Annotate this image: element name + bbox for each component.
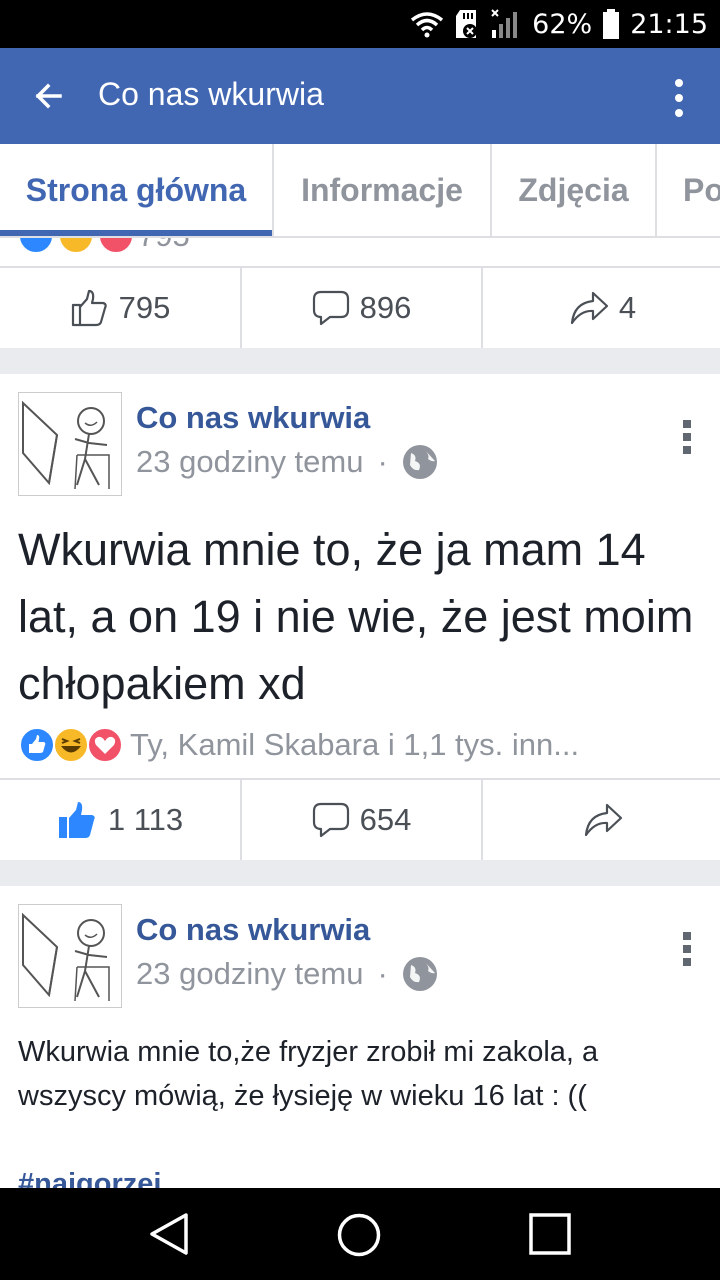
hashtag-link[interactable]: #najgorzej (18, 1162, 708, 1188)
battery-percent: 62% (532, 8, 593, 40)
meta-separator: · (377, 444, 388, 479)
like-icon (71, 289, 107, 327)
comment-icon (312, 290, 349, 326)
like-button[interactable]: 1 113 (0, 780, 239, 860)
like-reaction-icon (18, 238, 54, 254)
like-count: 1 113 (107, 802, 184, 837)
post-time[interactable]: 23 godziny temu (136, 444, 363, 480)
comment-count: 654 (359, 802, 412, 837)
avatar[interactable] (18, 904, 122, 1008)
post-author[interactable]: Co nas wkurwia (136, 912, 370, 948)
page-avatar-image (22, 400, 110, 490)
post-text: Wkurwia mnie to,że fryzjer zrobił mi zak… (18, 1036, 599, 1112)
haha-reaction-icon (53, 727, 89, 763)
more-vertical-icon[interactable] (682, 420, 692, 454)
share-button[interactable]: 4 (483, 268, 720, 348)
post-meta: 23 godziny temu · (136, 956, 438, 992)
comment-icon (312, 802, 349, 838)
haha-reaction-icon (58, 238, 94, 254)
like-button[interactable]: 795 (0, 268, 239, 348)
back-arrow-icon[interactable] (30, 78, 66, 114)
status-bar: 62% 21:15 (0, 0, 720, 48)
post-time[interactable]: 23 godziny temu (136, 956, 363, 992)
page-avatar-image (22, 912, 110, 1002)
like-reaction-icon (19, 727, 55, 763)
comment-count: 896 (359, 290, 412, 325)
avatar[interactable] (18, 392, 122, 496)
tab-posty[interactable]: Po (657, 144, 720, 236)
more-vertical-icon[interactable] (682, 932, 692, 966)
share-icon (584, 803, 622, 837)
post-author[interactable]: Co nas wkurwia (136, 400, 370, 436)
reaction-summary[interactable]: 795 (18, 238, 190, 254)
globe-icon (402, 445, 437, 479)
home-circle-icon[interactable] (336, 1212, 382, 1258)
post-meta: 23 godziny temu · (136, 444, 438, 480)
reaction-icons (18, 726, 124, 764)
post-actions: 1 113 654 (0, 780, 720, 860)
post-card: Co nas wkurwia 23 godziny temu · Wkurwia… (0, 886, 720, 1188)
more-vertical-icon[interactable] (674, 78, 684, 118)
signal-icon (491, 9, 518, 38)
reaction-summary[interactable]: Ty, Kamil Skabara i 1,1 tys. inn... (18, 726, 579, 764)
tab-strona-glowna[interactable]: Strona główna (0, 144, 274, 236)
reaction-count: 795 (138, 238, 190, 254)
post-text: Wkurwia mnie to, że ja mam 14 lat, a on … (18, 524, 694, 709)
post-card-previous: 795 (0, 238, 720, 268)
system-navigation-bar (0, 1188, 720, 1280)
share-button[interactable] (483, 780, 720, 860)
post-card: Co nas wkurwia 23 godziny temu · Wkurwia… (0, 374, 720, 778)
share-count: 4 (618, 290, 637, 325)
clock: 21:15 (630, 8, 708, 40)
share-icon (570, 291, 608, 325)
post-actions: 795 896 4 (0, 268, 720, 348)
wifi-icon (411, 12, 444, 38)
recents-square-icon[interactable] (528, 1212, 572, 1256)
tab-informacje[interactable]: Informacje (274, 144, 492, 236)
love-reaction-icon (87, 727, 123, 763)
status-icons: 62% 21:15 (410, 6, 708, 42)
back-triangle-icon[interactable] (148, 1212, 192, 1256)
love-reaction-icon (98, 238, 134, 254)
reaction-text: Ty, Kamil Skabara i 1,1 tys. inn... (130, 727, 580, 762)
app-bar: Co nas wkurwia (0, 48, 720, 144)
comment-button[interactable]: 654 (242, 780, 481, 860)
comment-button[interactable]: 896 (242, 268, 481, 348)
globe-icon (402, 957, 437, 991)
page-title: Co nas wkurwia (98, 76, 324, 112)
tab-zdjecia[interactable]: Zdjęcia (492, 144, 657, 236)
battery-icon (603, 9, 620, 39)
page-tabs: Strona główna Informacje Zdjęcia Po (0, 144, 720, 236)
sd-card-icon (456, 10, 478, 38)
like-icon-active (58, 802, 95, 838)
meta-separator: · (377, 956, 388, 991)
like-count: 795 (118, 290, 171, 325)
